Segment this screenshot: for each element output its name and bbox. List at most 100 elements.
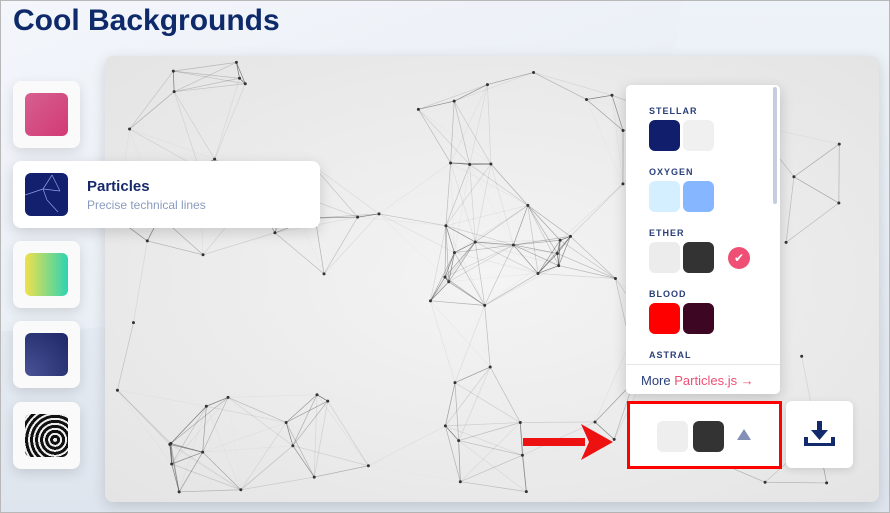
particle [532,70,536,74]
theme-blood[interactable]: BLOOD [649,289,717,334]
particle-link [274,232,325,275]
particles-thumbnail [24,173,68,216]
theme-oxygen[interactable]: OXYGEN [649,167,717,212]
particle [837,201,841,205]
theme-stellar[interactable]: STELLAR [649,106,717,151]
particle-link [236,62,246,84]
sidebar-item-particles[interactable]: Particles Precise technical lines [13,161,320,228]
particle-link [445,422,521,427]
particle [226,395,230,399]
particle-link [475,241,558,254]
particle-link [240,476,315,491]
particle-link [785,202,840,243]
particle-link [450,84,488,164]
particle [443,424,447,428]
more-particles-link[interactable]: More Particles.js → [626,364,780,394]
page-title: Cool Backgrounds [13,4,280,37]
particle-link [537,240,561,274]
particle-link [430,281,449,302]
particle-link [430,300,491,368]
sidebar-item-dark-swirl[interactable] [13,402,80,469]
particle-link [527,205,561,241]
particle-link [316,394,369,466]
particle-link [513,205,529,246]
particle-link [292,400,329,446]
particle-link [206,406,241,490]
particle-link [513,236,571,246]
particle-link [418,100,455,110]
item-description: Precise technical lines [87,198,206,212]
particle [115,388,119,392]
particle [555,251,559,255]
particle-link [378,213,455,253]
particle [238,76,242,80]
particle-link [133,240,148,323]
theme-dropdown: STELLAR OXYGEN ETHER ✔ BLOOD ASTRAL More … [626,85,780,394]
particle-link [454,252,539,274]
particle-link [470,164,514,245]
red-arrow-annotation [523,424,613,460]
particle-link [174,83,246,93]
particle-link [611,95,624,131]
theme-astral[interactable]: ASTRAL [649,350,692,364]
particle [377,212,381,216]
particle-link [129,70,174,130]
swatch[interactable] [683,181,714,212]
download-button[interactable] [786,401,853,468]
particle-link [286,422,368,465]
particle-link [418,84,488,110]
particle-link [179,489,241,493]
particle-link [430,300,485,306]
particle [171,69,175,73]
swatch[interactable] [649,303,680,334]
particle-link [240,422,287,490]
particle-link [206,405,287,423]
particle-link [453,100,492,165]
particle-link [316,394,328,402]
particle [443,275,447,279]
particle [444,224,448,228]
swatch[interactable] [649,242,680,273]
swatch[interactable] [649,120,680,151]
particle [558,238,562,242]
particle-link [586,99,624,131]
particle-link [214,78,240,160]
particle-link [357,216,446,227]
particle [763,480,767,484]
particle [326,399,330,403]
sidebar-item-gradient-pink[interactable] [13,81,80,148]
particle [610,93,614,97]
scrollbar[interactable] [773,87,777,204]
sidebar-item-waves-navy[interactable] [13,321,80,388]
particle-link [117,390,171,464]
particle [536,271,540,275]
particle [489,162,493,166]
particle-color-swatch [693,421,724,452]
particle [452,99,456,103]
particle-link [489,366,521,423]
particle-link [444,241,476,278]
swatch[interactable] [649,181,680,212]
particle-link [793,143,840,178]
sidebar-item-gradient-yellow-teal[interactable] [13,241,80,308]
theme-ether[interactable]: ETHER ✔ [649,228,750,273]
particle [800,354,804,358]
particlesjs-link[interactable]: Particles.js → [674,373,753,388]
swatch[interactable] [683,242,714,273]
particle [613,276,617,280]
more-prefix: More [641,373,671,388]
particle [792,175,796,179]
swatch[interactable] [683,303,714,334]
color-picker-button[interactable] [627,401,782,469]
particle [128,127,132,131]
theme-label: ASTRAL [649,350,692,360]
particle-link [117,322,134,391]
particle-link [490,367,522,455]
particle-link [171,397,229,465]
particle-link [368,441,458,466]
swatch[interactable] [683,120,714,151]
particle-link [368,425,446,467]
particle [568,234,572,238]
background-color-swatch [657,421,688,452]
particle [457,439,461,443]
